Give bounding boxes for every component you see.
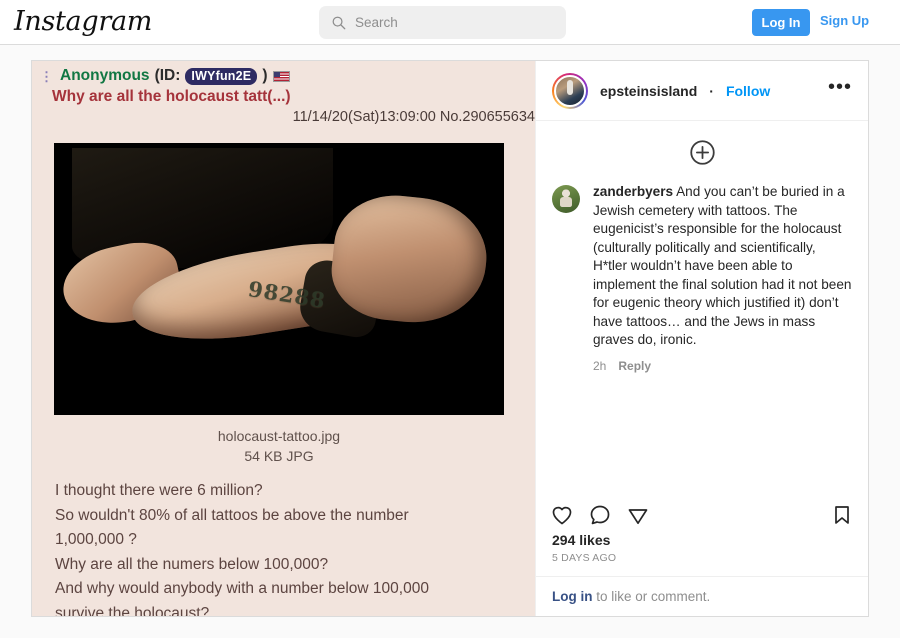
chan-file-size: 54 KB JPG [244, 448, 314, 464]
bookmark-icon [835, 506, 849, 524]
avatar[interactable] [552, 72, 588, 109]
comment-age: 2h [593, 358, 607, 373]
post-sidebar: epsteinsisland · Follow ••• zanderbyers … [535, 61, 868, 616]
post-card: ⋮ Anonymous (ID: IWYfun2E ) Why are all … [31, 60, 869, 617]
chan-body-line: And why would anybody with a number belo… [55, 580, 429, 597]
search-input[interactable]: Search [319, 6, 566, 39]
avatar-image [554, 74, 586, 107]
post-media-image[interactable]: ⋮ Anonymous (ID: IWYfun2E ) Why are all … [32, 61, 535, 616]
post-author-header: epsteinsisland · Follow ••• [536, 61, 868, 121]
chan-body-line: I thought there were 6 million? [55, 482, 263, 499]
share-paper-plane-icon [628, 509, 648, 525]
chan-id-suffix: ) [262, 67, 268, 84]
comment-text: And you can’t be buried in a Jewish ceme… [593, 184, 852, 347]
chan-post-meta: 11/14/20(Sat)13:09:00 No.290655634 [292, 109, 535, 125]
comment-button[interactable] [588, 503, 612, 527]
log-in-button[interactable]: Log In [752, 9, 810, 36]
heart-icon [552, 506, 572, 525]
chan-poster-name: Anonymous [60, 67, 150, 84]
chan-body-line: 1,000,000 ? [55, 531, 137, 548]
comment-meta: 2h Reply [593, 359, 852, 373]
top-navigation-bar: Instagram Search Log In Sign Up [0, 0, 900, 45]
chan-id-badge: IWYfun2E [185, 67, 258, 85]
separator-dot: · [709, 82, 714, 99]
comment-bubble-icon [590, 505, 610, 525]
login-prompt-text: to like or comment. [592, 589, 711, 604]
like-button[interactable] [550, 503, 574, 527]
comment-body: zanderbyers And you can’t be buried in a… [593, 183, 852, 350]
post-timestamp: 5 DAYS AGO [552, 552, 617, 564]
share-button[interactable] [626, 503, 650, 527]
log-in-link[interactable]: Log in [552, 589, 593, 604]
comments-list: zanderbyers And you can’t be buried in a… [536, 183, 868, 497]
chan-file-info: holocaust-tattoo.jpg 54 KB JPG [54, 426, 504, 466]
chan-body-line: Why are all the numers below 100,000? [55, 555, 329, 573]
add-comment-row [536, 121, 868, 183]
chan-id-prefix: (ID: [154, 67, 181, 84]
follow-button[interactable]: Follow [726, 83, 770, 99]
search-icon [332, 16, 346, 30]
plus-circle-icon[interactable] [689, 139, 716, 166]
search-placeholder-text: Search [355, 15, 398, 30]
chan-subject-line: Why are all the holocaust tatt(...) [52, 88, 291, 105]
us-flag-icon [272, 70, 290, 82]
chan-identity-line: ⋮ Anonymous (ID: IWYfun2E ) [40, 67, 535, 85]
save-button[interactable] [830, 503, 854, 527]
commenter-username[interactable]: zanderbyers [593, 184, 673, 199]
post-action-bar [536, 497, 868, 527]
author-username[interactable]: epsteinsisland [600, 83, 697, 99]
sign-up-link[interactable]: Sign Up [820, 13, 869, 28]
chan-file-name: holocaust-tattoo.jpg [217, 428, 341, 444]
attached-photo: 98288 [54, 143, 504, 415]
reply-button[interactable]: Reply [618, 359, 651, 373]
login-prompt: Log in to like or comment. [536, 576, 868, 616]
more-options-icon[interactable]: ••• [828, 77, 852, 100]
chan-post-header: ⋮ Anonymous (ID: IWYfun2E ) Why are all … [32, 61, 535, 125]
like-count: 294 likes [552, 532, 611, 548]
comment-item: zanderbyers And you can’t be buried in a… [552, 183, 852, 373]
commenter-avatar[interactable] [552, 185, 580, 213]
drag-handle-icon: ⋮ [40, 68, 53, 84]
chan-post-body: I thought there were 6 million? So would… [55, 479, 525, 616]
chan-body-line: survive the holocaust? [55, 604, 210, 617]
photo-vignette [54, 344, 504, 415]
chan-body-line: So wouldn't 80% of all tattoos be above … [55, 506, 409, 524]
instagram-logo[interactable]: Instagram [14, 6, 152, 37]
